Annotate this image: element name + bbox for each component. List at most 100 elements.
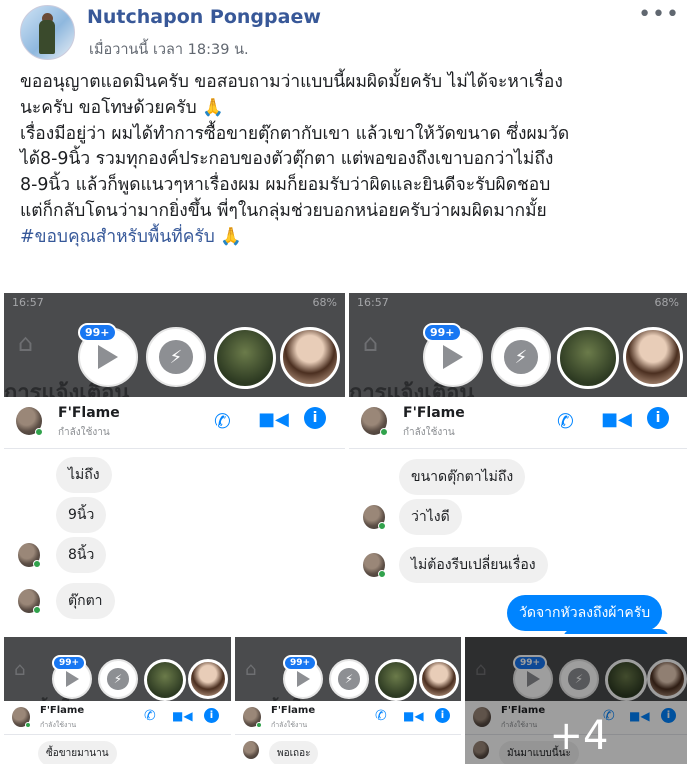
play-icon xyxy=(296,671,310,687)
incoming-message: 8นิ้ว xyxy=(56,537,107,573)
notification-badge: 99+ xyxy=(52,655,87,671)
post-line: แต่ก็กลับโดนว่ามากยิ่งขึ้น พี่ๆในกลุ่มช่… xyxy=(20,200,547,221)
play-icon xyxy=(65,671,79,687)
status-bar: 16:57 68% xyxy=(4,293,345,313)
post-line: 8-9นิ้ว แล้วก็พูดแนวๆหาเรื่องผม ผมก็ยอมร… xyxy=(20,175,551,196)
online-dot xyxy=(33,606,41,614)
post-line: ได้8-9นิ้ว รวมทุกองค์ประกอบของตัวตุ๊กตา … xyxy=(20,149,554,170)
incoming-message: ขนาดตุ๊กตาไม่ถึง xyxy=(399,459,526,495)
post-line: นะครับ ขอโทษด้วยครับ xyxy=(20,97,197,118)
online-dot xyxy=(25,722,31,728)
messenger-bubble: ⚡ xyxy=(146,327,206,387)
incoming-message: ตุ๊กตา xyxy=(56,583,115,619)
online-dot xyxy=(35,428,43,436)
contact-avatar xyxy=(12,707,31,728)
photo-1[interactable]: 16:57 68% ⌂ การแจ้งเตือน 99+ ⚡ F'Flame กำ… xyxy=(4,293,345,634)
status-bar: 16:57 68% xyxy=(349,293,687,313)
contact-avatar xyxy=(363,553,386,578)
video-call-icon[interactable]: ■◀ xyxy=(601,409,632,430)
post-header: Nutchapon Pongpaew เมื่อวานนี้ เวลา 18:3… xyxy=(0,0,691,64)
contact-avatar xyxy=(16,407,43,436)
group-photo-bubble xyxy=(375,659,417,701)
info-icon[interactable]: i xyxy=(304,407,326,429)
more-options-button[interactable]: ••• xyxy=(638,2,680,27)
phone-icon[interactable]: ✆ xyxy=(375,708,387,724)
info-icon[interactable]: i xyxy=(435,708,450,723)
contact-avatar xyxy=(361,407,388,436)
contact-avatar xyxy=(363,505,386,530)
online-dot xyxy=(380,428,388,436)
author-avatar[interactable] xyxy=(20,5,75,60)
post-line: ขออนุญาตแอดมินครับ ขอสอบถามว่าแบบนี้ผมผิ… xyxy=(20,72,563,92)
home-icon: ⌂ xyxy=(245,659,257,680)
author-name[interactable]: Nutchapon Pongpaew xyxy=(87,6,321,28)
info-icon[interactable]: i xyxy=(204,708,219,723)
messenger-icon: ⚡ xyxy=(338,668,360,690)
battery-level: 68% xyxy=(654,296,679,309)
photo-5[interactable]: ⌂ 99+ ⚡ F'Flame กำลังใช้งาน ✆ ■◀ i มันมา… xyxy=(465,637,687,764)
home-icon: ⌂ xyxy=(18,329,34,357)
more-photos-overlay[interactable]: +4 xyxy=(465,637,687,764)
home-icon: ⌂ xyxy=(363,329,379,357)
messenger-bubble: ⚡ xyxy=(329,659,369,699)
pray-emoji-icon: 🙏 xyxy=(202,97,224,118)
photo-4[interactable]: ⌂ การแจ้งเตือน 99+ ⚡ F'Flame กำลังใช้งาน… xyxy=(235,637,461,764)
incoming-message: ว่าไงดี xyxy=(399,499,462,535)
chat-header: F'Flame กำลังใช้งาน ✆ ■◀ i xyxy=(4,701,231,735)
more-photos-count: +4 xyxy=(549,712,609,759)
contact-avatar xyxy=(18,543,41,568)
chat-contact-name: F'Flame xyxy=(40,705,85,716)
messenger-bubble: ⚡ xyxy=(98,659,138,699)
photo-3[interactable]: ⌂ การแจ้งเตือน 99+ ⚡ F'Flame กำลังใช้งาน… xyxy=(4,637,231,764)
group-photo-bubble xyxy=(214,327,276,389)
play-icon xyxy=(443,345,463,369)
contact-avatar xyxy=(243,741,259,759)
messenger-icon: ⚡ xyxy=(504,340,538,374)
battery-level: 68% xyxy=(312,296,337,309)
photo-grid: 16:57 68% ⌂ การแจ้งเตือน 99+ ⚡ F'Flame กำ… xyxy=(0,291,691,764)
info-icon[interactable]: i xyxy=(647,407,669,429)
group-photo-bubble xyxy=(144,659,186,701)
photo-2[interactable]: 16:57 68% ⌂ การแจ้งเตือน 99+ ⚡ F'Flame กำ… xyxy=(349,293,687,634)
contact-photo-bubble xyxy=(419,659,459,699)
video-call-icon[interactable]: ■◀ xyxy=(258,409,289,430)
chat-contact-name: F'Flame xyxy=(403,405,465,421)
post-text: ขออนุญาตแอดมินครับ ขอสอบถามว่าแบบนี้ผมผิ… xyxy=(20,70,680,251)
home-icon: ⌂ xyxy=(14,659,26,680)
group-photo-bubble xyxy=(557,327,619,389)
contact-avatar xyxy=(18,589,41,614)
contact-photo-bubble xyxy=(188,659,228,699)
outgoing-message: วัดจากหัวลงถึงผ้าครับ xyxy=(507,595,663,631)
status-time: 16:57 xyxy=(357,296,389,309)
incoming-message: ไม่ต้องรีบเปลี่ยนเรื่อง xyxy=(399,547,548,583)
video-call-icon[interactable]: ■◀ xyxy=(172,709,193,723)
chat-header: F'Flame กำลังใช้งาน ✆ ■◀ i xyxy=(349,397,687,449)
post-line-with-emoji: นะครับ ขอโทษด้วยครับ 🙏 xyxy=(20,96,680,122)
play-icon xyxy=(98,345,118,369)
chat-header: F'Flame กำลังใช้งาน ✆ ■◀ i xyxy=(4,397,345,449)
notification-badge: 99+ xyxy=(283,655,318,671)
online-dot xyxy=(33,560,41,568)
phone-icon[interactable]: ✆ xyxy=(144,708,156,724)
pray-emoji-icon: 🙏 xyxy=(220,226,242,247)
notification-badge: 99+ xyxy=(423,323,462,342)
video-call-icon[interactable]: ■◀ xyxy=(403,709,424,723)
chat-contact-name: F'Flame xyxy=(271,705,316,716)
online-dot xyxy=(378,522,386,530)
contact-avatar xyxy=(243,707,262,728)
incoming-message: 9นิ้ว xyxy=(56,497,107,533)
post-timestamp[interactable]: เมื่อวานนี้ เวลา 18:39 น. xyxy=(89,38,249,61)
phone-icon[interactable]: ✆ xyxy=(214,409,231,433)
phone-icon[interactable]: ✆ xyxy=(557,409,574,433)
contact-photo-bubble xyxy=(280,327,340,387)
online-dot xyxy=(256,722,262,728)
messenger-bubble: ⚡ xyxy=(491,327,551,387)
chat-status: กำลังใช้งาน xyxy=(403,427,455,438)
messenger-icon: ⚡ xyxy=(107,668,129,690)
online-dot xyxy=(378,570,386,578)
notification-badge: 99+ xyxy=(78,323,117,342)
hashtag-link[interactable]: #ขอบคุณสำหรับพื้นที่ครับ xyxy=(20,227,215,247)
post-line: เรื่องมีอยู่ว่า ผมได้ทำการซื้อขายตุ๊กตาก… xyxy=(20,123,570,144)
outgoing-message-partial xyxy=(563,629,669,634)
incoming-message: พอเถอะ xyxy=(269,741,319,764)
